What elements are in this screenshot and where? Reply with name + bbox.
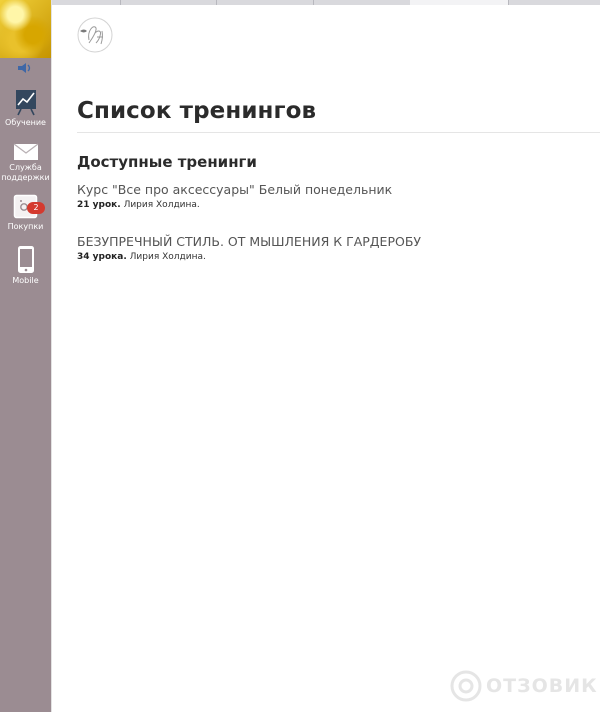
sidebar-item-label-text: Служба поддержки bbox=[1, 163, 50, 182]
sidebar-item-support[interactable]: Служба поддержки bbox=[0, 143, 51, 182]
purchases-count-badge: 2 bbox=[27, 202, 45, 214]
tab-separator bbox=[120, 0, 121, 5]
training-item: БЕЗУПРЕЧНЫЙ СТИЛЬ. ОТ МЫШЛЕНИЯ К ГАРДЕРО… bbox=[77, 234, 597, 262]
school-logo[interactable] bbox=[76, 16, 114, 54]
speaker-icon[interactable] bbox=[16, 62, 34, 74]
watermark-text: ОТЗОВИК bbox=[486, 675, 598, 697]
page-title: Список тренингов bbox=[77, 98, 317, 124]
sidebar-item-mobile[interactable]: Mobile bbox=[0, 245, 51, 286]
training-title-link[interactable]: БЕЗУПРЕЧНЫЙ СТИЛЬ. ОТ МЫШЛЕНИЯ К ГАРДЕРО… bbox=[77, 234, 597, 249]
sidebar-item-label: Mobile bbox=[12, 276, 39, 285]
title-divider bbox=[77, 132, 600, 133]
training-author: Лирия Холдина. bbox=[123, 200, 200, 210]
sidebar-item-purchases[interactable]: 2 Покупки bbox=[0, 194, 51, 232]
training-title-link[interactable]: Курс "Все про аксессуары" Белый понедель… bbox=[77, 182, 597, 197]
tab-separator bbox=[508, 0, 509, 5]
tab-separator bbox=[313, 0, 314, 5]
active-browser-tab[interactable] bbox=[410, 0, 508, 5]
sidebar-item-label: Обучение bbox=[5, 118, 46, 127]
training-author: Лирия Холдина. bbox=[129, 252, 206, 262]
tab-separator bbox=[216, 0, 217, 5]
watermark-logo-icon bbox=[450, 670, 482, 702]
sidebar: Обучение Служба поддержки 2 Покупки Mobi… bbox=[0, 0, 52, 712]
browser-tab-strip bbox=[52, 0, 600, 5]
sidebar-item-learning[interactable]: Обучение bbox=[0, 88, 51, 128]
section-title: Доступные тренинги bbox=[77, 153, 257, 171]
training-meta: 21 урок. Лирия Холдина. bbox=[77, 200, 597, 210]
lesson-count: 34 урока. bbox=[77, 252, 127, 262]
training-item: Курс "Все про аксессуары" Белый понедель… bbox=[77, 182, 597, 210]
sidebar-item-label: Покупки bbox=[7, 222, 44, 231]
training-meta: 34 урока. Лирия Холдина. bbox=[77, 252, 597, 262]
envelope-icon bbox=[13, 143, 38, 160]
lesson-count: 21 урок. bbox=[77, 200, 121, 210]
chart-easel-icon bbox=[15, 90, 36, 116]
watermark: ОТЗОВИК bbox=[450, 670, 598, 702]
mobile-phone-icon bbox=[17, 246, 34, 273]
avatar[interactable] bbox=[0, 0, 51, 58]
sidebar-item-label: Служба поддержки bbox=[0, 163, 51, 182]
